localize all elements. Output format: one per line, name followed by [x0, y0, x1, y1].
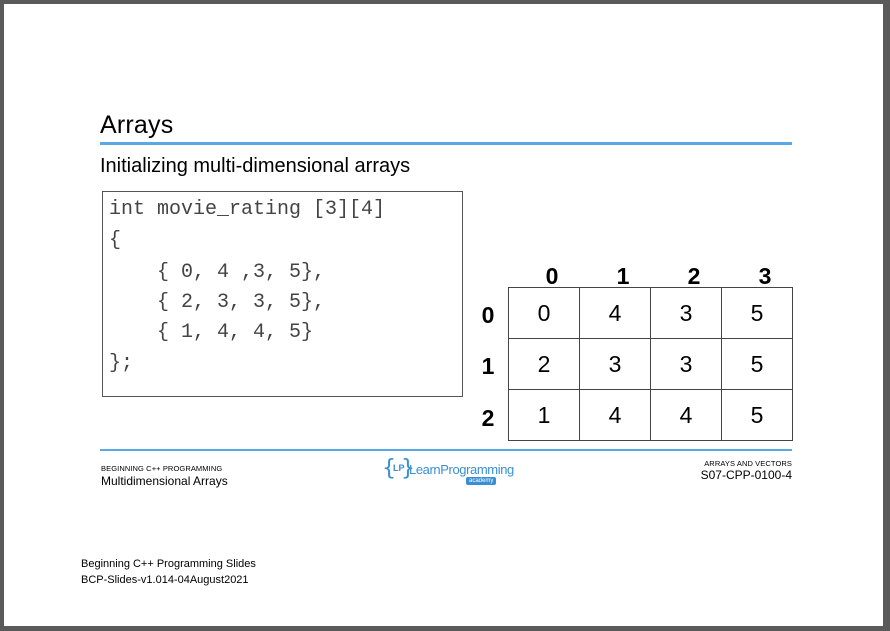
code-line: { 0, 4 ,3, 5}, — [109, 261, 326, 284]
logo-text: LearnProgramming — [409, 462, 514, 477]
footer-slide-code: S07-CPP-0100-4 — [700, 468, 792, 482]
code-line: { 2, 3, 3, 5}, — [109, 291, 326, 314]
grid-cell: 3 — [579, 338, 651, 390]
row-header: 2 — [481, 405, 495, 431]
document-title: Beginning C++ Programming Slides — [81, 558, 256, 570]
column-header: 3 — [758, 263, 772, 289]
row-header: 0 — [481, 302, 495, 328]
grid-row: 0 4 3 5 — [508, 287, 793, 339]
grid-cell: 3 — [650, 287, 722, 339]
grid-cell: 0 — [508, 287, 580, 339]
logo-badge: academy — [466, 477, 497, 485]
grid-cell: 4 — [579, 389, 651, 441]
code-line: { 1, 4, 4, 5} — [109, 321, 314, 344]
slide-subtitle: Initializing multi-dimensional arrays — [100, 155, 411, 177]
grid-row: 2 3 3 5 — [508, 338, 793, 390]
footer-course-label: BEGINNING C++ PROGRAMMING — [101, 464, 223, 473]
column-header: 2 — [687, 263, 701, 289]
footer-section-label: ARRAYS AND VECTORS — [704, 459, 792, 468]
slide-page: Arrays Initializing multi-dimensional ar… — [4, 4, 883, 626]
footer-topic: Multidimensional Arrays — [101, 474, 228, 488]
column-header: 0 — [545, 263, 559, 289]
grid-cell: 5 — [721, 338, 793, 390]
array-grid: 0 4 3 5 2 3 3 5 1 4 4 5 — [508, 287, 793, 441]
grid-cell: 3 — [650, 338, 722, 390]
code-block: int movie_rating [3][4] { { 0, 4 ,3, 5},… — [102, 191, 463, 397]
slide-title: Arrays — [100, 111, 174, 139]
grid-cell: 2 — [508, 338, 580, 390]
row-header: 1 — [481, 353, 495, 379]
grid-cell: 1 — [508, 389, 580, 441]
code-line: }; — [109, 352, 134, 375]
grid-cell: 5 — [721, 389, 793, 441]
code-line: { — [109, 229, 122, 252]
grid-cell: 4 — [650, 389, 722, 441]
code-line: int movie_rating [3][4] — [109, 198, 386, 221]
learnprogramming-logo: { LP } LearnProgramming academy — [382, 456, 514, 488]
grid-cell: 5 — [721, 287, 793, 339]
grid-cell: 4 — [579, 287, 651, 339]
footer-divider — [100, 449, 792, 451]
grid-row: 1 4 4 5 — [508, 389, 793, 441]
title-divider — [100, 142, 792, 145]
document-version: BCP-Slides-v1.014-04August2021 — [81, 574, 249, 586]
column-header: 1 — [616, 263, 630, 289]
